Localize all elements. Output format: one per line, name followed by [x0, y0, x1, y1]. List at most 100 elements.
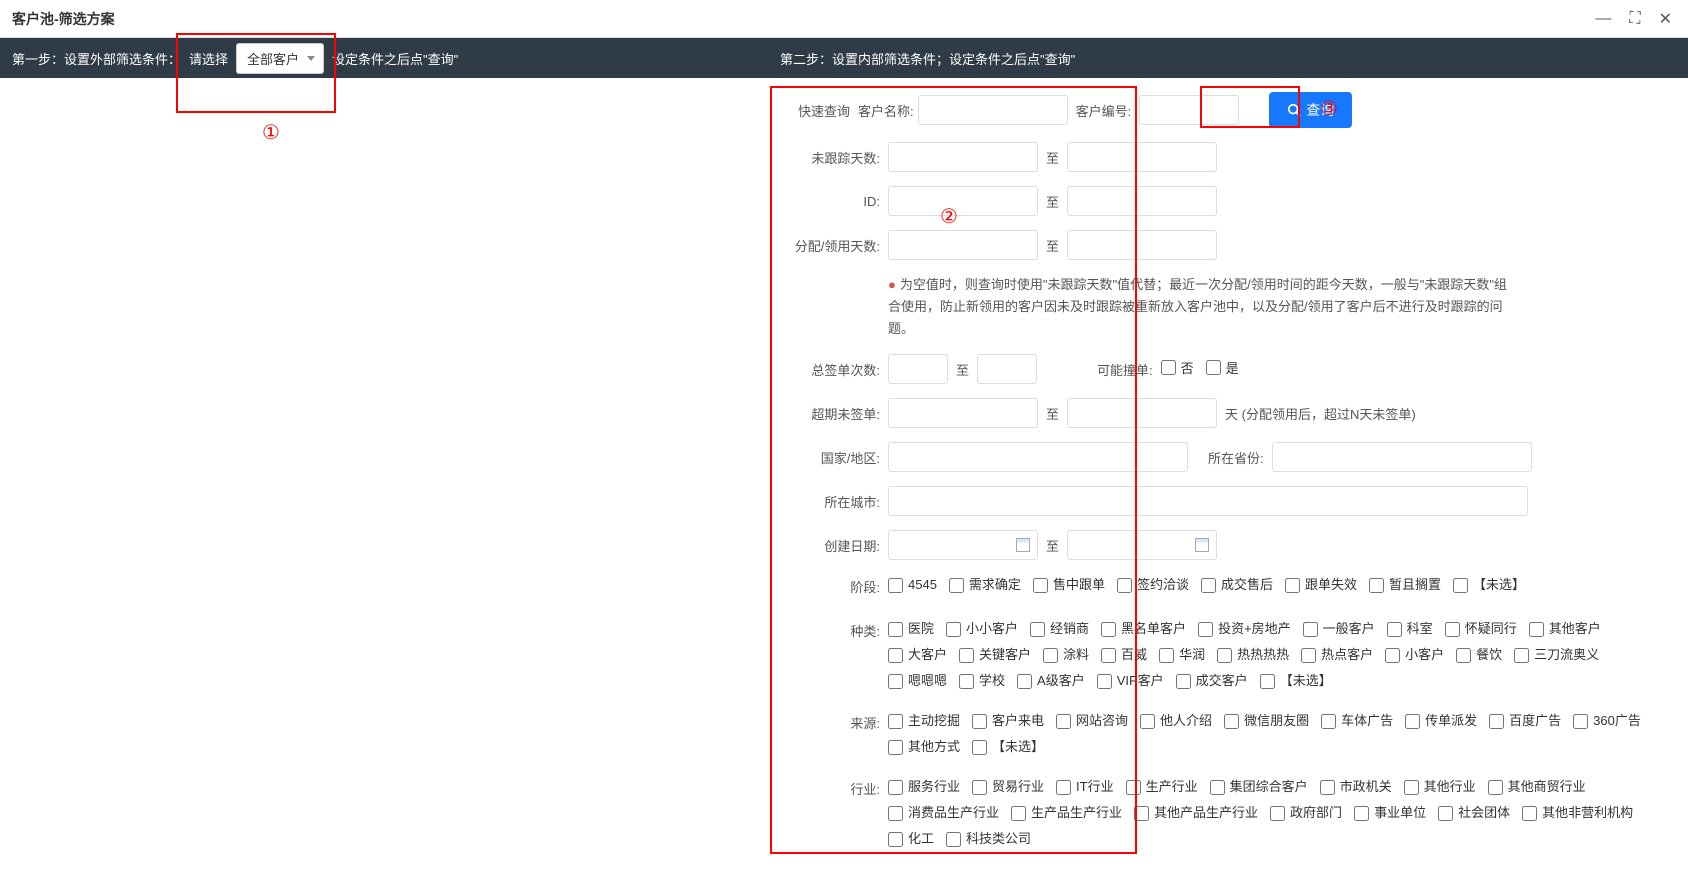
industry-option-8[interactable]: 消费品生产行业 [888, 802, 999, 824]
right-column: 快速查询 客户名称: 客户编号: 查询 未跟踪天数: 至 ID: 至 [770, 78, 1688, 878]
id-from[interactable] [888, 186, 1038, 216]
industry-option-7[interactable]: 其他商贸行业 [1488, 776, 1586, 798]
info-icon: ● [888, 277, 896, 292]
industry-option-11[interactable]: 政府部门 [1270, 802, 1342, 824]
category-option-4[interactable]: 投资+房地产 [1198, 618, 1291, 640]
country-input[interactable] [888, 442, 1188, 472]
category-checkboxes: 医院小小客户经销商黑名单客户投资+房地产一般客户科室怀疑同行其他客户大客户关键客… [888, 618, 1678, 696]
country-label: 国家/地区: [780, 448, 880, 467]
industry-option-16[interactable]: 科技类公司 [946, 828, 1031, 850]
category-option-24[interactable]: 【未选】 [1260, 670, 1332, 692]
industry-option-4[interactable]: 集团综合客户 [1210, 776, 1308, 798]
category-option-23[interactable]: 成交客户 [1176, 670, 1248, 692]
untracked-days-row: 未跟踪天数: 至 [780, 142, 1678, 172]
search-button[interactable]: 查询 [1269, 92, 1352, 128]
untracked-days-to[interactable] [1067, 142, 1217, 172]
overdue-row: 超期未签单: 至 天 (分配领用后，超过N天未签单) [780, 398, 1678, 428]
crash-yes[interactable]: 是 [1206, 358, 1239, 377]
id-to[interactable] [1067, 186, 1217, 216]
source-option-3[interactable]: 他人介绍 [1140, 710, 1212, 732]
industry-option-15[interactable]: 化工 [888, 828, 934, 850]
industry-option-10[interactable]: 其他产品生产行业 [1134, 802, 1258, 824]
info-content: 为空值时，则查询时使用"未跟踪天数"值代替；最近一次分配/领用时间的距今天数，一… [888, 277, 1507, 336]
source-option-9[interactable]: 其他方式 [888, 736, 960, 758]
industry-option-2[interactable]: IT行业 [1056, 776, 1114, 798]
category-option-11[interactable]: 涂料 [1043, 644, 1089, 666]
category-option-6[interactable]: 科室 [1387, 618, 1433, 640]
stage-option-5[interactable]: 跟单失效 [1285, 574, 1357, 596]
category-option-10[interactable]: 关键客户 [959, 644, 1031, 666]
category-option-13[interactable]: 华润 [1159, 644, 1205, 666]
customer-code-input[interactable] [1139, 95, 1239, 125]
category-option-18[interactable]: 三刀流奥义 [1514, 644, 1599, 666]
industry-option-12[interactable]: 事业单位 [1354, 802, 1426, 824]
category-option-7[interactable]: 怀疑同行 [1445, 618, 1517, 640]
industry-option-5[interactable]: 市政机关 [1320, 776, 1392, 798]
step2-label: 第二步：设置内部筛选条件；设定条件之后点"查询" [780, 52, 1075, 67]
industry-option-3[interactable]: 生产行业 [1126, 776, 1198, 798]
to-label-5: 至 [1046, 404, 1059, 423]
assign-days-from[interactable] [888, 230, 1038, 260]
source-option-1[interactable]: 客户来电 [972, 710, 1044, 732]
category-option-17[interactable]: 餐饮 [1456, 644, 1502, 666]
category-option-21[interactable]: A级客户 [1017, 670, 1085, 692]
city-input[interactable] [888, 486, 1528, 516]
possible-crash-label: 可能撞单: [1097, 360, 1153, 379]
category-option-12[interactable]: 百威 [1101, 644, 1147, 666]
industry-option-0[interactable]: 服务行业 [888, 776, 960, 798]
total-sign-from[interactable] [888, 354, 948, 384]
stage-option-0[interactable]: 4545 [888, 574, 937, 596]
source-option-10[interactable]: 【未选】 [972, 736, 1044, 758]
source-option-0[interactable]: 主动挖掘 [888, 710, 960, 732]
stage-option-2[interactable]: 售中跟单 [1033, 574, 1105, 596]
close-button[interactable]: ✕ [1655, 7, 1676, 31]
untracked-days-from[interactable] [888, 142, 1038, 172]
source-option-6[interactable]: 传单派发 [1405, 710, 1477, 732]
assign-days-to[interactable] [1067, 230, 1217, 260]
stage-option-1[interactable]: 需求确定 [949, 574, 1021, 596]
industry-option-6[interactable]: 其他行业 [1404, 776, 1476, 798]
category-option-8[interactable]: 其他客户 [1529, 618, 1601, 640]
category-option-22[interactable]: VIP客户 [1097, 670, 1164, 692]
industry-option-14[interactable]: 其他非营利机构 [1522, 802, 1633, 824]
province-input[interactable] [1272, 442, 1532, 472]
category-option-9[interactable]: 大客户 [888, 644, 947, 666]
source-checkboxes: 主动挖掘客户来电网站咨询他人介绍微信朋友圈车体广告传单派发百度广告 360广告其他… [888, 710, 1678, 762]
category-option-14[interactable]: 热热热热 [1217, 644, 1289, 666]
source-option-8[interactable]: 360广告 [1573, 710, 1641, 732]
untracked-days-label: 未跟踪天数: [780, 148, 880, 167]
stage-option-4[interactable]: 成交售后 [1201, 574, 1273, 596]
industry-option-1[interactable]: 贸易行业 [972, 776, 1044, 798]
crash-no[interactable]: 否 [1161, 358, 1194, 377]
stage-option-6[interactable]: 暂且搁置 [1369, 574, 1441, 596]
customer-name-input[interactable] [918, 95, 1068, 125]
overdue-to[interactable] [1067, 398, 1217, 428]
industry-option-9[interactable]: 生产品生产行业 [1011, 802, 1122, 824]
source-option-5[interactable]: 车体广告 [1321, 710, 1393, 732]
create-date-from[interactable] [888, 530, 1038, 560]
create-date-row: 创建日期: 至 [780, 530, 1678, 560]
overdue-from[interactable] [888, 398, 1038, 428]
category-option-5[interactable]: 一般客户 [1303, 618, 1375, 640]
source-option-7[interactable]: 百度广告 [1489, 710, 1561, 732]
source-option-4[interactable]: 微信朋友圈 [1224, 710, 1309, 732]
total-sign-row: 总签单次数: 至 可能撞单: 否 是 [780, 354, 1678, 384]
category-option-20[interactable]: 学校 [959, 670, 1005, 692]
category-option-19[interactable]: 嗯嗯嗯 [888, 670, 947, 692]
total-sign-to[interactable] [977, 354, 1037, 384]
stage-option-3[interactable]: 签约洽谈 [1117, 574, 1189, 596]
industry-option-13[interactable]: 社会团体 [1438, 802, 1510, 824]
create-date-to[interactable] [1067, 530, 1217, 560]
category-option-1[interactable]: 小小客户 [946, 618, 1018, 640]
category-option-0[interactable]: 医院 [888, 618, 934, 640]
step1-select[interactable]: 全部客户 [236, 43, 324, 74]
category-option-2[interactable]: 经销商 [1030, 618, 1089, 640]
stage-option-7[interactable]: 【未选】 [1453, 574, 1525, 596]
category-option-3[interactable]: 黑名单客户 [1101, 618, 1186, 640]
maximize-button[interactable]: ⛶ [1625, 8, 1644, 30]
source-option-2[interactable]: 网站咨询 [1056, 710, 1128, 732]
category-option-16[interactable]: 小客户 [1385, 644, 1444, 666]
minimize-button[interactable]: — [1591, 8, 1615, 30]
category-option-15[interactable]: 热点客户 [1301, 644, 1373, 666]
create-date-label: 创建日期: [780, 536, 880, 555]
